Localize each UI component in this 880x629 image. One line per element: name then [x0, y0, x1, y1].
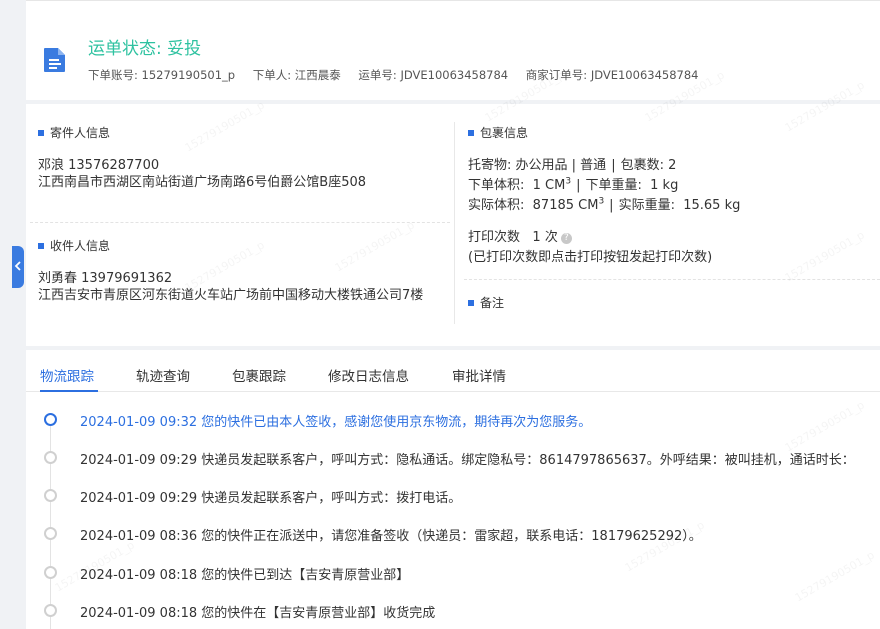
timeline-dot-icon: [44, 604, 57, 617]
package-actual-size-row: 实际体积: 87185 CM3 | 实际重量: 15.65 kg: [468, 196, 741, 213]
timeline-dot-icon: [44, 566, 57, 579]
timeline-item: 2024-01-09 08:36 您的快件正在派送中，请您准备签收（快递员：雷家…: [26, 524, 880, 544]
waybill-number: JDVE10063458784: [400, 68, 509, 82]
receiver-address: 江西吉安市青原区河东街道火车站广场前中国移动大楼铁通公司7楼: [38, 288, 424, 303]
tab-change-log[interactable]: 修改日志信息: [328, 365, 409, 385]
package-section-title: 包裹信息: [468, 124, 528, 141]
order-account-label: 下单账号:: [88, 68, 138, 82]
order-weight-label: 下单重量:: [585, 178, 642, 193]
receiver-name-phone: 刘勇春 13979691362: [38, 271, 173, 286]
timeline-item: 2024-01-09 08:18 您的快件已到达【吉安青原营业部】: [26, 563, 880, 583]
waybill-label: 运单号:: [358, 68, 397, 82]
left-gutter: [0, 0, 26, 629]
tracking-panel: 物流跟踪 轨迹查询 包裹跟踪 修改日志信息 审批详情 2024-01-09 09…: [26, 350, 880, 629]
print-count-value: 1 次: [532, 230, 558, 245]
sender-name-phone: 邓浪 13576287700: [38, 158, 160, 173]
timeline-text: 2024-01-09 08:18 您的快件在【吉安青原营业部】收货完成: [80, 606, 436, 621]
timeline-text: 2024-01-09 08:18 您的快件已到达【吉安青原营业部】: [80, 568, 410, 583]
active-tab-indicator: [40, 390, 98, 392]
help-icon[interactable]: ?: [560, 233, 572, 244]
divider: [464, 279, 880, 280]
collapse-sidebar-button[interactable]: [12, 246, 24, 288]
timeline-dot-icon: [44, 489, 57, 502]
timeline-text: 2024-01-09 09:29 快递员发起联系客户，呼叫方式：隐私通话。绑定隐…: [80, 453, 855, 468]
orderer: 江西晨泰: [294, 68, 341, 82]
order-account: 15279190501_p: [141, 68, 236, 82]
timeline-item: 2024-01-09 08:18 您的快件在【吉安青原营业部】收货完成: [26, 601, 880, 621]
merchant-order-label: 商家订单号:: [525, 68, 588, 82]
receiver-section-title: 收件人信息: [38, 237, 110, 254]
timeline-item: 2024-01-09 09:29 快递员发起联系客户，呼叫方式：拨打电话。: [26, 486, 880, 506]
tab-approval-details[interactable]: 审批详情: [452, 365, 506, 385]
timeline-item: 2024-01-09 09:32 您的快件已由本人签收，感谢您使用京东物流，期待…: [26, 410, 880, 430]
divider: [30, 222, 450, 223]
timeline-text: 2024-01-09 09:29 快递员发起联系客户，呼叫方式：拨打电话。: [80, 491, 462, 506]
print-count-label: 打印次数: [468, 230, 521, 245]
waybill-status: 运单状态: 妥投: [88, 39, 202, 59]
timeline-item: 2024-01-09 09:29 快递员发起联系客户，呼叫方式：隐私通话。绑定隐…: [26, 448, 880, 468]
timeline-dot-icon: [44, 451, 57, 464]
package-order-size-row: 下单体积: 1 CM3 | 下单重量: 1 kg: [468, 176, 679, 193]
timeline-text: 2024-01-09 09:32 您的快件已由本人签收，感谢您使用京东物流，期待…: [80, 415, 592, 430]
tracking-tabs: 物流跟踪 轨迹查询 包裹跟踪 修改日志信息 审批详情: [26, 350, 880, 392]
count-label: 包裹数:: [620, 158, 664, 173]
waybill-meta: 下单账号: 15279190501_p 下单人: 江西晨泰 运单号: JDVE1…: [88, 67, 698, 83]
merchant-order-number: JDVE10063458784: [590, 68, 699, 82]
tab-logistics-tracking[interactable]: 物流跟踪: [40, 365, 94, 385]
package-goods-row: 托寄物: 办公用品 | 普通 | 包裹数: 2: [468, 158, 677, 173]
timeline-dot-icon: [44, 413, 57, 426]
document-icon: [44, 48, 65, 72]
sender-section-title: 寄件人信息: [38, 124, 110, 141]
order-volume-label: 下单体积:: [468, 178, 525, 193]
order-weight-value: 1 kg: [650, 178, 679, 193]
actual-weight-label: 实际重量:: [618, 198, 675, 213]
tab-trajectory-query[interactable]: 轨迹查询: [136, 365, 190, 385]
waybill-header: 运单状态: 妥投 下单账号: 15279190501_p 下单人: 江西晨泰 运…: [26, 0, 880, 100]
goods-value: 办公用品 | 普通: [515, 158, 607, 173]
chevron-left-icon: [14, 261, 21, 271]
actual-volume-value: 87185 CM: [532, 198, 599, 213]
goods-label: 托寄物:: [468, 158, 512, 173]
print-count-row: 打印次数 1 次?: [468, 226, 572, 245]
print-count-note: (已打印次数即点击打印按钮发起打印次数): [468, 250, 713, 265]
sender-address: 江西南昌市西湖区南站街道广场南路6号伯爵公馆B座508: [38, 175, 367, 190]
column-divider: [454, 122, 455, 324]
tab-package-tracking[interactable]: 包裹跟踪: [232, 365, 286, 385]
order-volume-value: 1 CM: [532, 178, 566, 193]
timeline-dot-icon: [44, 527, 57, 540]
orderer-label: 下单人:: [252, 68, 292, 82]
timeline-text: 2024-01-09 08:36 您的快件正在派送中，请您准备签收（快递员：雷家…: [80, 529, 702, 544]
actual-volume-label: 实际体积:: [468, 198, 525, 213]
actual-weight-value: 15.65 kg: [683, 198, 741, 213]
count-value: 2: [668, 158, 677, 173]
shipment-info: 寄件人信息 邓浪 13576287700 江西南昌市西湖区南站街道广场南路6号伯…: [26, 104, 880, 346]
remark-section-title: 备注: [468, 294, 504, 311]
